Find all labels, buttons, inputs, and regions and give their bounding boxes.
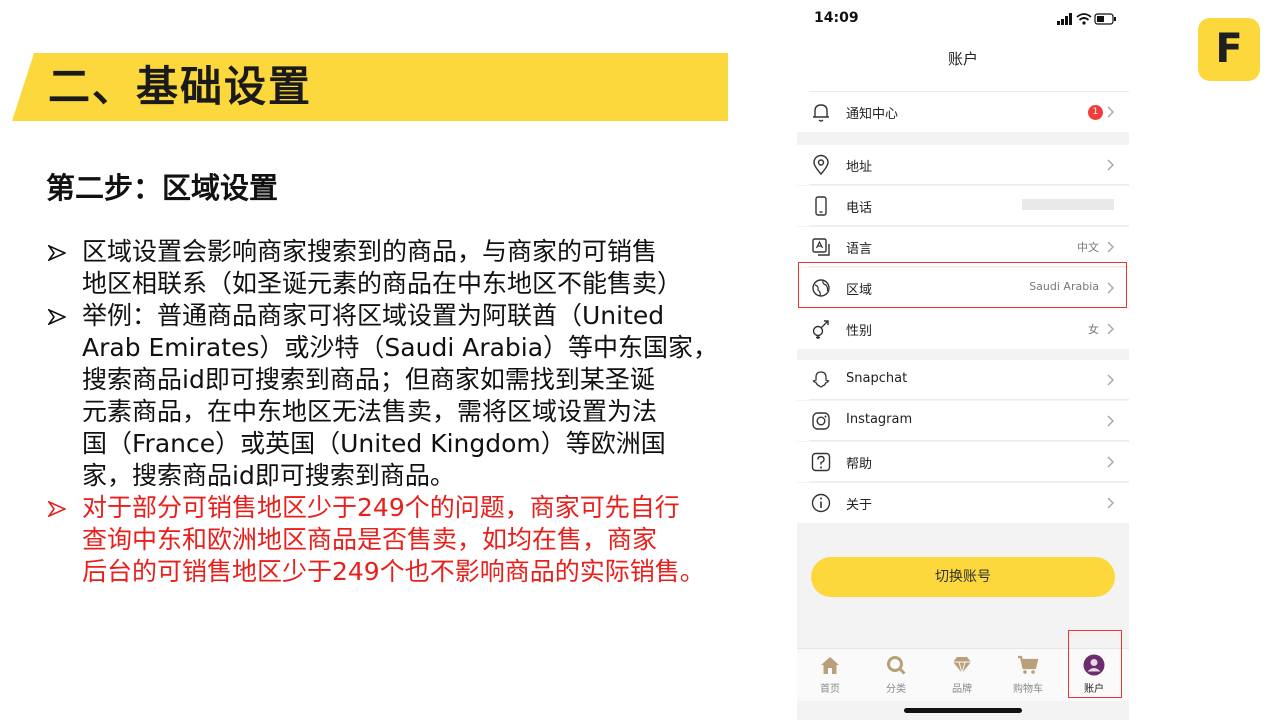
bullet-item-highlight: 对于部分可销售地区少于249个的问题，商家可先自行 查询中东和欧洲地区商品是否售… [46,492,746,588]
list-item-language[interactable]: 语言 中文 [797,227,1129,267]
row-value: 中文 [1077,241,1099,254]
snapchat-icon [812,371,830,388]
home-indicator [904,708,1022,713]
arrow-bullet-icon [48,309,66,325]
bullet-line: 查询中东和欧洲地区商品是否售卖，如均在售，商家 [82,525,658,554]
chevron-right-icon [1107,241,1115,253]
bullet-line: 对于部分可销售地区少于249个的问题，商家可先自行 [82,493,680,522]
tab-category[interactable]: 分类 [863,649,929,701]
notification-badge: 1 [1088,105,1103,120]
row-label: Snapchat [846,371,908,386]
bullet-line: 后台的可销售地区少于249个也不影响商品的实际销售。 [82,557,705,586]
bell-icon [813,104,829,122]
list-item-snapchat[interactable]: Snapchat [797,360,1129,400]
list-item-phone[interactable]: 电话 [797,186,1129,226]
wifi-icon [1076,13,1092,25]
bullet-line: 家，搜索商品id即可搜索到商品。 [82,461,455,490]
row-label: 性别 [846,324,873,339]
list-item-instagram[interactable]: Instagram [797,401,1129,441]
list-item-gender[interactable]: 性别 女 [797,309,1129,349]
switch-account-button[interactable]: 切换账号 [811,557,1115,597]
status-icons [1057,13,1116,25]
tab-brand[interactable]: 品牌 [929,649,995,701]
region-highlight-box [798,262,1127,308]
row-label: 电话 [846,201,873,216]
tab-label: 购物车 [1013,684,1043,695]
nav-bar-cover: 账户 [797,40,1129,78]
list-item-notifications[interactable]: 通知中心 1 [797,92,1129,132]
row-value: 女 [1088,323,1099,336]
chevron-right-icon [1107,106,1115,118]
row-label: 帮助 [846,457,873,472]
battery-icon [1094,13,1116,25]
chevron-right-icon [1107,159,1115,171]
phone-number-redacted [1022,199,1114,210]
bullet-item: 举例：普通商品商家可将区域设置为阿联酋（United Arab Emirates… [46,300,746,492]
phone-screen: 14:09 账户 账户 通知中心 1 地址 电话 语言 [797,0,1129,720]
chevron-right-icon [1107,497,1115,509]
logo-letter: F [1215,26,1243,72]
slide-title: 二、基础设置 [48,62,313,111]
signal-icon [1057,13,1072,25]
chevron-right-icon [1107,323,1115,335]
cart-icon [1018,655,1039,674]
bullet-line: 区域设置会影响商家搜索到的商品，与商家的可销售 [82,237,658,266]
bullet-line: Arab Emirates）或沙特（Saudi Arabia）等中东国家， [82,333,719,362]
account-tab-highlight-box [1068,630,1122,698]
bullet-line: 搜索商品id即可搜索到商品；但商家如需找到某圣诞 [82,365,655,394]
home-icon [821,657,839,674]
row-label: Instagram [846,412,913,427]
tab-cart[interactable]: 购物车 [995,649,1061,701]
list-item-about[interactable]: 关于 [797,483,1129,523]
chevron-right-icon [1107,415,1115,427]
instagram-icon [812,412,830,430]
bullet-line: 地区相联系（如圣诞元素的商品在中东地区不能售卖） [82,269,683,298]
tab-label: 首页 [820,684,840,695]
bullet-list: 区域设置会影响商家搜索到的商品，与商家的可销售 地区相联系（如圣诞元素的商品在中… [46,236,746,588]
status-time: 14:09 [814,10,859,26]
tab-home[interactable]: 首页 [797,649,863,701]
bullet-line: 举例：普通商品商家可将区域设置为阿联酋（United [82,301,665,330]
chevron-right-icon [1107,374,1115,386]
bullet-item: 区域设置会影响商家搜索到的商品，与商家的可销售 地区相联系（如圣诞元素的商品在中… [46,236,746,300]
chevron-right-icon [1107,456,1115,468]
info-icon [811,493,831,513]
arrow-bullet-icon [48,245,66,261]
nav-title: 账户 [947,50,978,68]
slide-subtitle: 第二步：区域设置 [46,171,279,205]
bullet-line: 元素商品，在中东地区无法售卖，需将区域设置为法 [82,397,658,426]
search-icon [887,656,906,675]
app-logo: F [1198,18,1260,81]
gender-icon [812,320,829,339]
title-banner: 二、基础设置 [0,53,728,121]
tab-label: 分类 [886,684,906,695]
status-bar: 14:09 [797,0,1129,40]
bullet-line: 国（France）或英国（United Kingdom）等欧洲国 [82,429,666,458]
location-pin-icon [813,154,829,176]
list-item-help[interactable]: 帮助 [797,442,1129,482]
language-icon [812,238,830,256]
tab-label: 品牌 [952,684,972,695]
row-label: 地址 [846,160,873,175]
phone-icon [815,196,827,216]
diamond-icon [953,657,971,675]
row-label: 关于 [846,498,873,513]
list-item-address[interactable]: 地址 [797,145,1129,185]
row-label: 通知中心 [846,107,899,122]
arrow-bullet-icon [48,501,66,517]
row-label: 语言 [846,242,873,257]
help-icon [811,452,831,472]
